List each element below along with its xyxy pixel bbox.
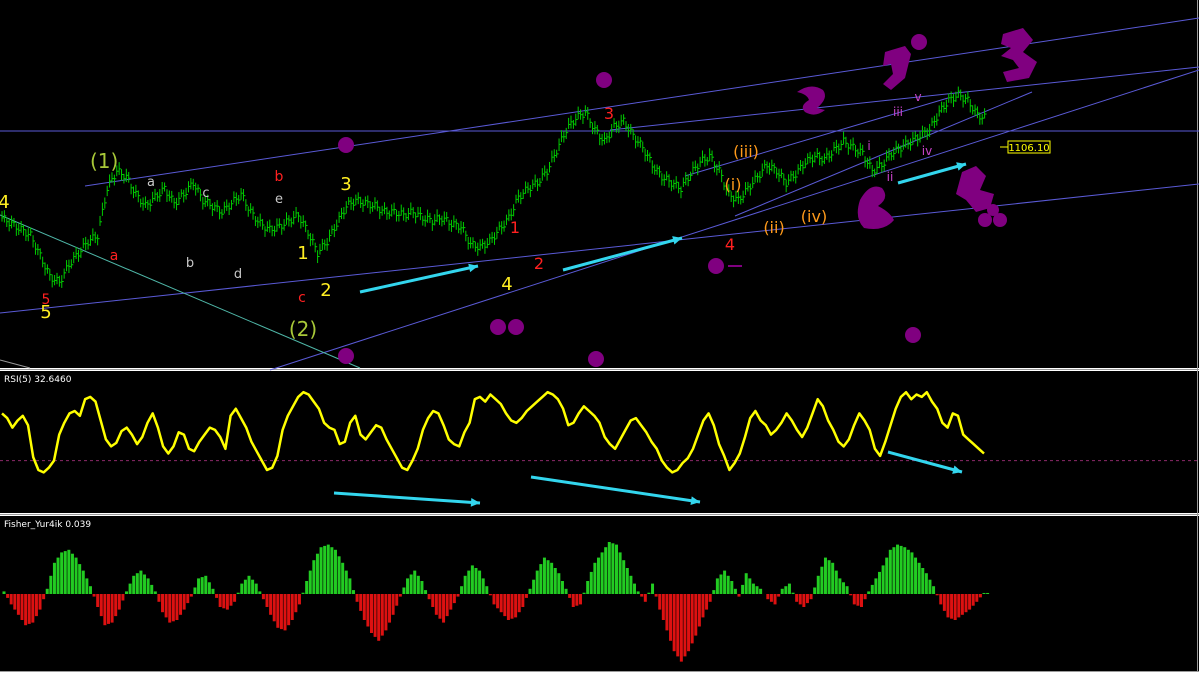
wave-label: 4 bbox=[0, 192, 10, 213]
wave-label: 5 bbox=[42, 292, 51, 308]
wave-label: e bbox=[275, 192, 283, 207]
marker-dot bbox=[596, 72, 612, 88]
wave-label: (1) bbox=[90, 149, 118, 173]
wave-label: c bbox=[202, 186, 209, 201]
wave-label: (i) bbox=[725, 175, 742, 194]
price-tag-label: 1106.10 bbox=[1008, 143, 1049, 154]
wave-label: d bbox=[234, 267, 242, 282]
wave-label: 3 bbox=[604, 104, 614, 123]
rsi-panel[interactable] bbox=[0, 371, 1199, 513]
wave-label: (ii) bbox=[763, 218, 784, 237]
wave-label: 3 bbox=[340, 174, 351, 195]
wave-label: a bbox=[147, 175, 155, 190]
fisher-panel-title: Fisher_Yur4ik 0.039 bbox=[4, 520, 91, 530]
wave-label: 4 bbox=[725, 235, 735, 254]
wave-label: 1 bbox=[297, 243, 308, 264]
wave-label: b bbox=[186, 256, 194, 271]
wave-label: (iii) bbox=[733, 142, 759, 161]
wave-label: 1 bbox=[510, 218, 520, 237]
marker-dot bbox=[338, 137, 354, 153]
marker-dot bbox=[708, 258, 724, 274]
marker-dot bbox=[588, 351, 604, 367]
wave-label: (iv) bbox=[801, 207, 827, 226]
wave-label: ii bbox=[887, 170, 894, 184]
wave-label: i bbox=[867, 139, 870, 153]
wave-label: iv bbox=[922, 144, 932, 158]
wave-label: (2) bbox=[289, 317, 317, 341]
wave-label: v bbox=[914, 90, 921, 104]
marker-dot bbox=[508, 319, 524, 335]
marker-dot bbox=[490, 319, 506, 335]
chart-stage: 1106.10 (1) (2) 1 2 3 4 4 5 5 a b c 1 2 … bbox=[0, 0, 1199, 672]
wave-label: 2 bbox=[534, 254, 544, 273]
rsi-panel-title: RSI(5) 32.6460 bbox=[4, 375, 72, 385]
wave-label: 4 bbox=[501, 274, 512, 295]
wave-label: iii bbox=[893, 105, 903, 119]
marker-dot bbox=[911, 34, 927, 50]
wave-label: c bbox=[298, 290, 306, 306]
wave-label: b bbox=[275, 169, 284, 185]
marker-dot bbox=[987, 204, 999, 216]
marker-dot bbox=[338, 348, 354, 364]
marker-dot bbox=[905, 327, 921, 343]
wave-label: a bbox=[110, 248, 119, 264]
wave-label: 2 bbox=[320, 280, 331, 301]
